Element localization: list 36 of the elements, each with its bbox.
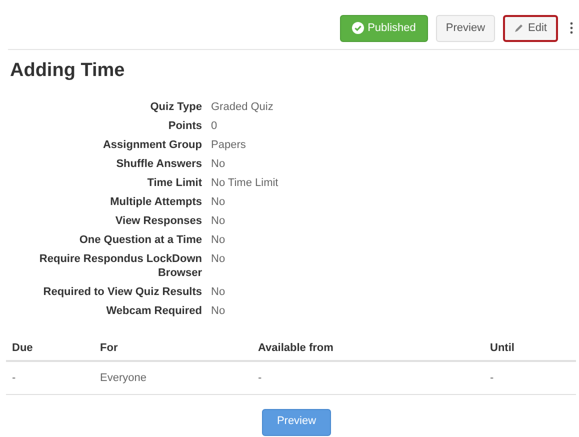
detail-value: No: [211, 285, 226, 299]
detail-value: No: [211, 252, 226, 267]
table-cell: -: [12, 372, 16, 384]
detail-value: Papers: [211, 138, 246, 152]
table-cell: -: [258, 372, 262, 384]
detail-label: View Responses: [114, 214, 202, 228]
pencil-icon: [514, 23, 524, 33]
detail-value: No: [211, 195, 226, 209]
detail-label: Shuffle Answers: [115, 157, 202, 171]
column-header: Due: [12, 342, 33, 354]
detail-label: Webcam Required: [105, 304, 202, 318]
detail-label: One Question at a Time: [78, 233, 202, 247]
detail-value: No Time Limit: [211, 176, 278, 190]
detail-label: Required to View Quiz Results: [42, 285, 202, 299]
detail-label: Assignment Group: [102, 138, 202, 152]
edit-button[interactable]: Edit: [503, 14, 558, 42]
detail-value: No: [211, 233, 226, 247]
column-header: For: [100, 342, 118, 354]
check-circle-icon: [352, 22, 364, 34]
kebab-menu-icon: [570, 22, 573, 34]
table-cell: Everyone: [100, 372, 146, 384]
detail-label: Quiz Type: [149, 100, 202, 114]
detail-value: No: [211, 157, 226, 171]
column-header: Available from: [258, 342, 334, 354]
detail-value: No: [211, 304, 226, 318]
detail-value: 0: [211, 119, 218, 133]
detail-label: Points: [167, 119, 202, 133]
preview-button[interactable]: Preview: [436, 14, 496, 42]
detail-value: No: [211, 214, 226, 228]
column-header: Until: [490, 342, 514, 354]
detail-label: Require Respondus LockDown Browser: [38, 252, 202, 280]
detail-label: Time Limit: [146, 176, 202, 190]
detail-label: Multiple Attempts: [109, 195, 202, 209]
detail-value: Graded Quiz: [211, 100, 274, 114]
table-cell: -: [490, 372, 494, 384]
quiz-title: Adding Time: [10, 60, 126, 82]
